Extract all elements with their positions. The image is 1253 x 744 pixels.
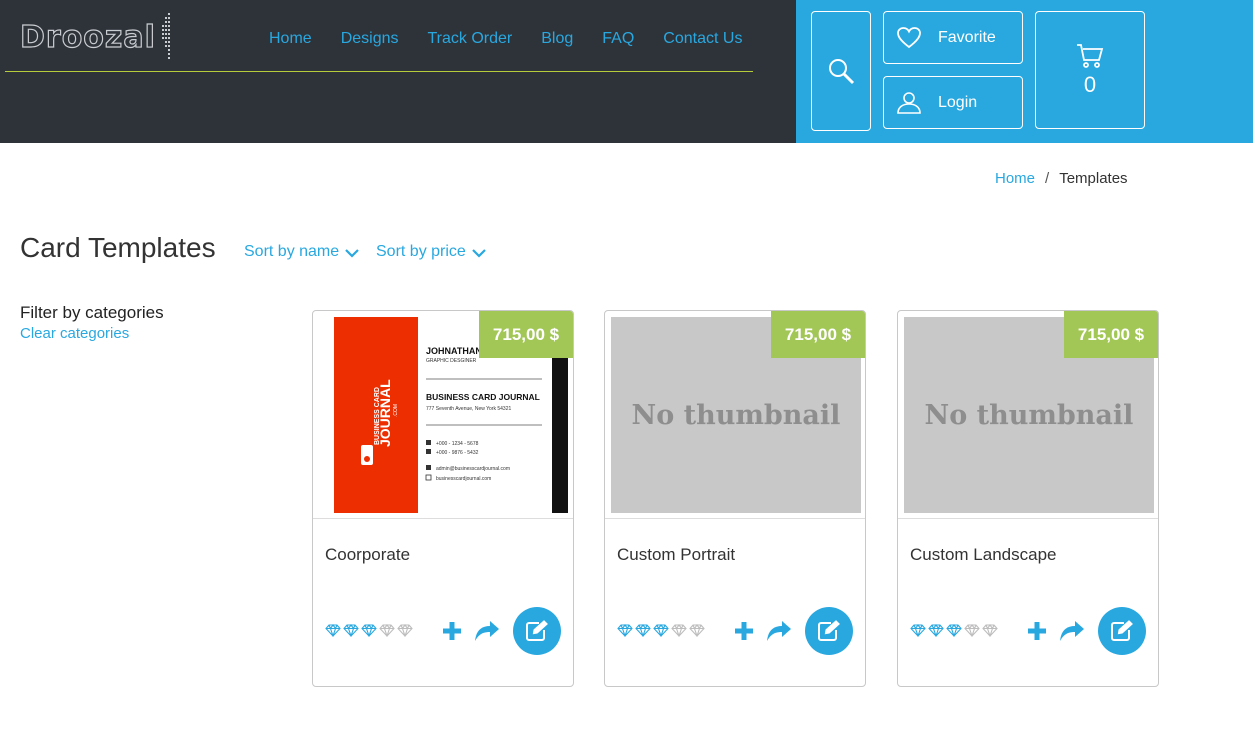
diamond-icon xyxy=(928,624,944,637)
clear-categories-link[interactable]: Clear categories xyxy=(20,325,129,342)
bc-email: admin@businesscardjournal.com xyxy=(436,466,510,472)
diamond-icon xyxy=(910,624,926,637)
card-title[interactable]: Custom Landscape xyxy=(910,545,1056,565)
diamond-icon xyxy=(964,624,980,637)
diamond-icon xyxy=(689,624,705,637)
cart-count: 0 xyxy=(1083,72,1097,97)
chevron-down-icon xyxy=(345,249,359,258)
favorite-button[interactable]: Favorite xyxy=(883,11,1023,64)
logo[interactable]: Droozal xyxy=(19,12,172,62)
nav-contact-us[interactable]: Contact Us xyxy=(663,30,742,48)
template-card[interactable]: BUSINESS CARD JOURNAL .COM JOHNATHAN GRA… xyxy=(312,310,574,687)
sort-by-name-label: Sort by name xyxy=(244,243,340,260)
breadcrumb-home[interactable]: Home xyxy=(995,170,1035,187)
nav-divider xyxy=(5,71,753,72)
bc-fax: +000 - 9876 - 5432 xyxy=(436,450,479,456)
share-icon[interactable] xyxy=(474,620,500,642)
edit-button[interactable] xyxy=(805,607,853,655)
diamond-icon xyxy=(343,624,359,637)
favorite-label: Favorite xyxy=(938,28,996,46)
breadcrumb-current: Templates xyxy=(1059,170,1128,187)
bc-name: JOHNATHAN xyxy=(426,346,482,356)
template-card[interactable]: No thumbnail 715,00 $ Custom Portrait xyxy=(604,310,866,687)
nav-faq[interactable]: FAQ xyxy=(602,30,634,48)
bc-company: BUSINESS CARD JOURNAL xyxy=(426,392,540,402)
diamond-icon xyxy=(397,624,413,637)
diamond-icon xyxy=(361,624,377,637)
nav-designs[interactable]: Designs xyxy=(341,30,399,48)
price-badge: 715,00 $ xyxy=(771,311,865,358)
site-header: Droozal Home Designs Track Order Blog FA… xyxy=(0,0,1253,143)
user-icon xyxy=(897,91,921,114)
diamond-icon xyxy=(671,624,687,637)
card-title[interactable]: Coorporate xyxy=(325,545,410,565)
edit-icon xyxy=(818,620,840,641)
no-thumbnail-text: No thumbnail xyxy=(924,399,1134,431)
template-card[interactable]: No thumbnail 715,00 $ Custom Landscape xyxy=(897,310,1159,687)
nav-track-order[interactable]: Track Order xyxy=(428,30,513,48)
main-nav: Home Designs Track Order Blog FAQ Contac… xyxy=(269,30,771,48)
price-badge: 715,00 $ xyxy=(479,311,573,358)
nav-blog[interactable]: Blog xyxy=(541,30,573,48)
share-icon[interactable] xyxy=(1059,620,1085,642)
breadcrumb-separator: / xyxy=(1045,170,1050,187)
price-badge: 715,00 $ xyxy=(1064,311,1158,358)
diamond-icon xyxy=(653,624,669,637)
card-thumbnail[interactable]: BUSINESS CARD JOURNAL .COM JOHNATHAN GRA… xyxy=(313,311,573,519)
search-icon xyxy=(829,59,855,85)
rating xyxy=(910,624,1000,637)
card-thumbnail[interactable]: No thumbnail 715,00 $ xyxy=(605,311,865,519)
diamond-icon xyxy=(617,624,633,637)
bc-address: 777 Seventh Avenue, New York 54321 xyxy=(426,406,511,412)
logo-text: Droozal xyxy=(19,19,156,55)
bc-role: GRAPHIC DESGINER xyxy=(426,358,477,364)
cart-icon xyxy=(1077,44,1104,68)
login-button[interactable]: Login xyxy=(883,76,1023,129)
rating xyxy=(617,624,707,637)
sort-by-price-label: Sort by price xyxy=(376,243,466,260)
nav-home[interactable]: Home xyxy=(269,30,312,48)
chevron-down-icon xyxy=(472,249,486,258)
heart-icon xyxy=(897,26,921,48)
bc-web: businesscardjournal.com xyxy=(436,476,491,482)
edit-icon xyxy=(526,620,548,641)
sort-by-price-dropdown[interactable]: Sort by price xyxy=(376,243,486,261)
diamond-icon xyxy=(635,624,651,637)
card-title[interactable]: Custom Portrait xyxy=(617,545,735,565)
rating xyxy=(325,624,415,637)
bc-phone: +000 - 1234 - 5678 xyxy=(436,441,479,447)
share-icon[interactable] xyxy=(766,620,792,642)
card-thumbnail[interactable]: No thumbnail 715,00 $ xyxy=(898,311,1158,519)
plus-icon[interactable] xyxy=(1027,621,1047,641)
diamond-icon xyxy=(946,624,962,637)
diamond-icon xyxy=(379,624,395,637)
diamond-icon xyxy=(325,624,341,637)
cart-button[interactable]: 0 xyxy=(1035,11,1145,129)
no-thumbnail-text: No thumbnail xyxy=(631,399,841,431)
plus-icon[interactable] xyxy=(734,621,754,641)
filter-title: Filter by categories xyxy=(20,303,164,322)
bc-brand-line2: JOURNAL xyxy=(377,379,393,447)
search-button[interactable] xyxy=(811,11,871,131)
login-label: Login xyxy=(938,93,978,111)
logo-mark-icon xyxy=(161,13,170,59)
edit-button[interactable] xyxy=(1098,607,1146,655)
sort-by-name-dropdown[interactable]: Sort by name xyxy=(244,243,359,261)
page-title: Card Templates xyxy=(20,232,216,263)
bc-brand-line3: .COM xyxy=(393,404,399,417)
edit-icon xyxy=(1111,620,1133,641)
plus-icon[interactable] xyxy=(442,621,462,641)
edit-button[interactable] xyxy=(513,607,561,655)
breadcrumb: Home / Templates xyxy=(995,170,1128,187)
diamond-icon xyxy=(982,624,998,637)
